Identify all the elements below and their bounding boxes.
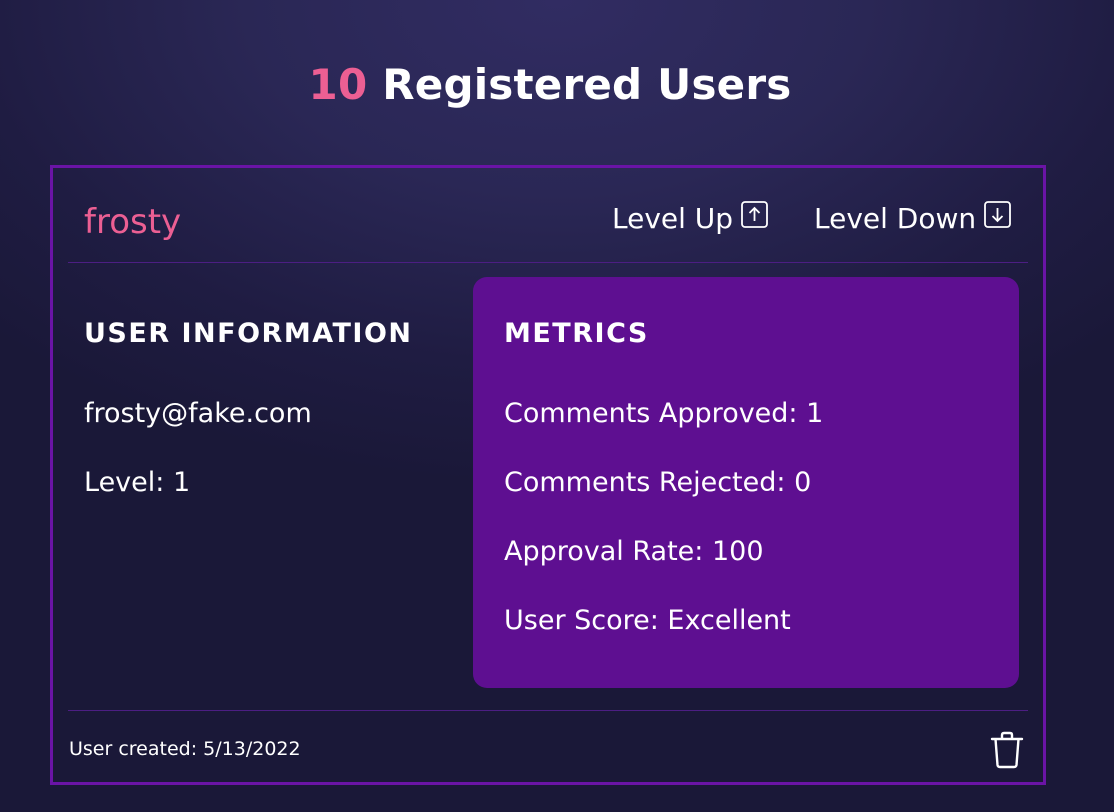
metrics-heading: METRICS: [504, 318, 649, 349]
level-down-label: Level Down: [814, 202, 977, 235]
arrow-up-box-icon: [741, 201, 768, 228]
metric-comments-rejected: Comments Rejected: 0: [504, 467, 812, 498]
arrow-down-box-icon: [984, 201, 1012, 228]
user-count: 10: [308, 60, 368, 109]
user-email: frosty@fake.com: [84, 398, 312, 429]
username: frosty: [84, 202, 182, 242]
user-information-heading: USER INFORMATION: [84, 318, 413, 349]
metric-user-score: User Score: Excellent: [504, 605, 791, 636]
metric-approval-rate: Approval Rate: 100: [504, 536, 764, 567]
metrics-panel: METRICS Comments Approved: 1 Comments Re…: [473, 277, 1019, 688]
level-up-button[interactable]: Level Up: [612, 201, 768, 235]
metric-comments-approved: Comments Approved: 1: [504, 398, 824, 429]
user-card: frosty Level Up Level Down USER INFORMAT…: [50, 165, 1046, 785]
user-card-footer: User created: 5/13/2022: [68, 710, 1028, 785]
user-level: Level: 1: [84, 467, 191, 498]
user-created-date: User created: 5/13/2022: [69, 738, 301, 760]
user-card-header: frosty Level Up Level Down: [68, 168, 1028, 263]
trash-icon[interactable]: [990, 731, 1024, 769]
page-title: 10 Registered Users: [0, 60, 1100, 109]
page-title-text: Registered Users: [367, 60, 792, 109]
level-up-label: Level Up: [612, 202, 734, 235]
level-down-button[interactable]: Level Down: [814, 201, 1012, 235]
